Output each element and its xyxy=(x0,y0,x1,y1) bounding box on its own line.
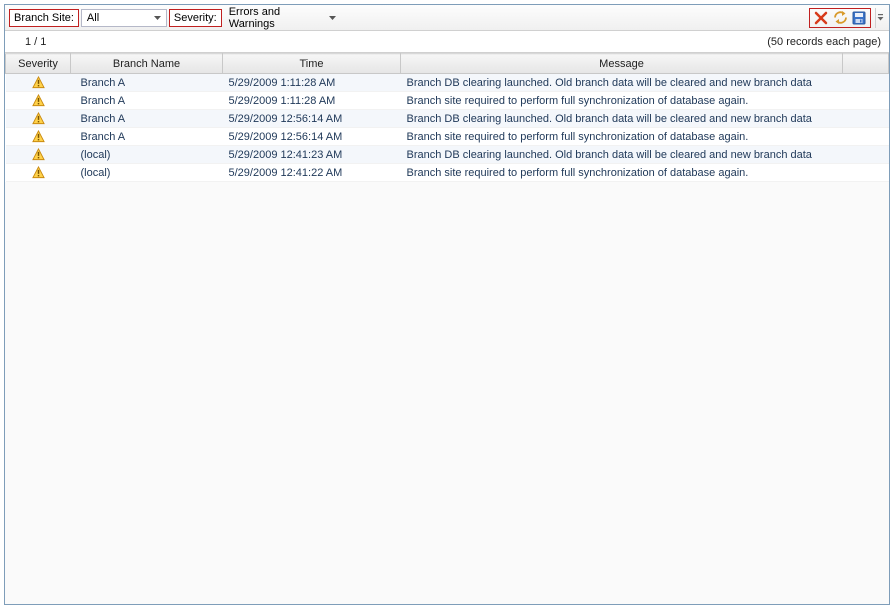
table-row[interactable]: (local)5/29/2009 12:41:22 AMBranch site … xyxy=(6,164,889,182)
branch-cell: (local) xyxy=(71,146,223,164)
toolbar-overflow-button[interactable] xyxy=(875,8,885,28)
table-row[interactable]: Branch A5/29/2009 12:56:14 AMBranch DB c… xyxy=(6,110,889,128)
time-cell: 5/29/2009 12:41:22 AM xyxy=(223,164,401,182)
table-header-row: Severity Branch Name Time Message xyxy=(6,54,889,74)
branch-cell: Branch A xyxy=(71,110,223,128)
severity-label: Severity: xyxy=(169,9,222,27)
refresh-button[interactable] xyxy=(832,10,848,26)
spacer-cell xyxy=(843,128,889,146)
branch-site-value: All xyxy=(87,12,99,24)
spacer-cell xyxy=(843,74,889,92)
table-row[interactable]: (local)5/29/2009 12:41:23 AMBranch DB cl… xyxy=(6,146,889,164)
log-table: Severity Branch Name Time Message Branch… xyxy=(5,53,889,182)
time-cell: 5/29/2009 12:56:14 AM xyxy=(223,110,401,128)
toolbar-actions xyxy=(809,8,871,28)
branch-cell: Branch A xyxy=(71,92,223,110)
warning-icon xyxy=(32,94,45,107)
time-cell: 5/29/2009 12:56:14 AM xyxy=(223,128,401,146)
message-cell: Branch DB clearing launched. Old branch … xyxy=(401,110,843,128)
severity-value: Errors and Warnings xyxy=(229,6,326,30)
toolbar: Branch Site: All Severity: Errors and Wa… xyxy=(5,5,889,31)
time-cell: 5/29/2009 12:41:23 AM xyxy=(223,146,401,164)
spacer-cell xyxy=(843,92,889,110)
message-cell: Branch site required to perform full syn… xyxy=(401,92,843,110)
message-cell: Branch DB clearing launched. Old branch … xyxy=(401,74,843,92)
severity-select[interactable]: Errors and Warnings xyxy=(224,9,340,27)
spacer-cell xyxy=(843,164,889,182)
delete-button[interactable] xyxy=(813,10,829,26)
severity-cell xyxy=(6,164,71,182)
time-cell: 5/29/2009 1:11:28 AM xyxy=(223,92,401,110)
records-note: (50 records each page) xyxy=(767,36,881,48)
warning-icon xyxy=(32,76,45,89)
status-bar: 1 / 1 (50 records each page) xyxy=(5,31,889,53)
branch-cell: Branch A xyxy=(71,74,223,92)
table-row[interactable]: Branch A5/29/2009 1:11:28 AMBranch site … xyxy=(6,92,889,110)
message-cell: Branch DB clearing launched. Old branch … xyxy=(401,146,843,164)
branch-site-select[interactable]: All xyxy=(81,9,167,27)
col-branch[interactable]: Branch Name xyxy=(71,54,223,74)
spacer-cell xyxy=(843,110,889,128)
warning-icon xyxy=(32,130,45,143)
col-message[interactable]: Message xyxy=(401,54,843,74)
chevron-down-icon xyxy=(328,16,338,20)
severity-cell xyxy=(6,74,71,92)
message-cell: Branch site required to perform full syn… xyxy=(401,128,843,146)
time-cell: 5/29/2009 1:11:28 AM xyxy=(223,74,401,92)
col-severity[interactable]: Severity xyxy=(6,54,71,74)
severity-cell xyxy=(6,128,71,146)
spacer-cell xyxy=(843,146,889,164)
branch-cell: (local) xyxy=(71,164,223,182)
page-info: 1 / 1 xyxy=(25,36,46,48)
log-table-wrap: Severity Branch Name Time Message Branch… xyxy=(5,53,889,604)
col-spacer xyxy=(843,54,889,74)
warning-icon xyxy=(32,112,45,125)
message-cell: Branch site required to perform full syn… xyxy=(401,164,843,182)
table-row[interactable]: Branch A5/29/2009 12:56:14 AMBranch site… xyxy=(6,128,889,146)
chevron-down-icon xyxy=(152,11,164,25)
table-row[interactable]: Branch A5/29/2009 1:11:28 AMBranch DB cl… xyxy=(6,74,889,92)
severity-cell xyxy=(6,146,71,164)
severity-cell xyxy=(6,92,71,110)
branch-cell: Branch A xyxy=(71,128,223,146)
severity-cell xyxy=(6,110,71,128)
branch-site-label: Branch Site: xyxy=(9,9,79,27)
warning-icon xyxy=(32,166,45,179)
col-time[interactable]: Time xyxy=(223,54,401,74)
save-button[interactable] xyxy=(851,10,867,26)
warning-icon xyxy=(32,148,45,161)
